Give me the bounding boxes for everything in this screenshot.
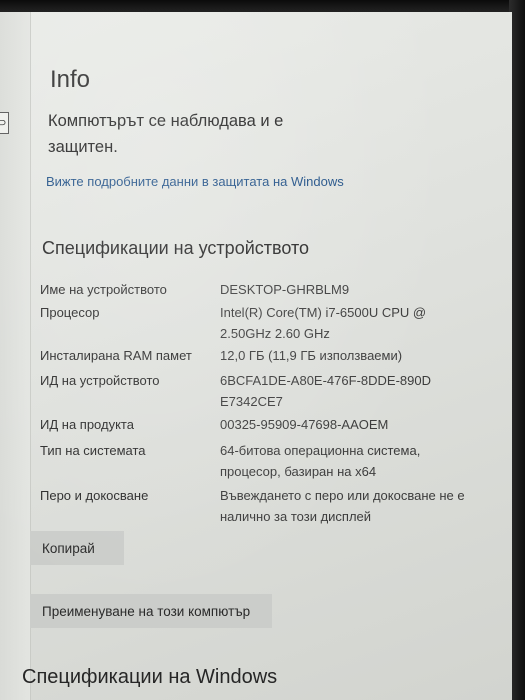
spec-value: 12,0 ГБ (11,9 ГБ използваеми): [220, 348, 403, 363]
device-specs-heading: Спецификации на устройството: [42, 238, 310, 258]
spec-label: Инсталирана RAM памет: [40, 348, 192, 363]
spec-value: DESKTOP-GHRBLM9: [220, 282, 350, 297]
windows-specs-heading: Спецификации на Windows: [22, 666, 278, 688]
panel-toggle-icon[interactable]: ⊃: [0, 112, 9, 134]
spec-label: Перо и докосване: [40, 488, 149, 503]
spec-value: Intel(R) Core(TM) i7-6500U CPU @ 2.50GHz…: [220, 305, 427, 341]
spec-value: 6BCFA1DE-A80E-476F-8DDE-890DE7342CE7: [220, 373, 431, 409]
spec-label: Име на устройството: [40, 282, 167, 297]
settings-window: ⊃ Info Компютърът се наблюдава и е защит…: [0, 12, 512, 700]
protection-status-text: Компютърът се наблюдава и е защитен.: [48, 112, 284, 156]
spec-value: 00325-95909-47698-AAOEM: [220, 417, 389, 432]
spec-value: 64-битова операционна система, процесор,…: [220, 443, 421, 479]
spec-label: Процесор: [40, 305, 100, 320]
page-title: Info: [50, 66, 91, 93]
rename-pc-button[interactable]: Преименуване на този компютър: [30, 594, 272, 628]
copy-button[interactable]: Копирай: [30, 531, 124, 565]
spec-label: Тип на системата: [40, 443, 146, 458]
spec-label: ИД на устройството: [40, 373, 160, 388]
spec-value: Въвеждането с перо или докосване не е на…: [220, 488, 465, 524]
security-details-link[interactable]: Вижте подробните данни в защитата на Win…: [46, 174, 344, 189]
spec-label: ИД на продукта: [40, 417, 134, 432]
